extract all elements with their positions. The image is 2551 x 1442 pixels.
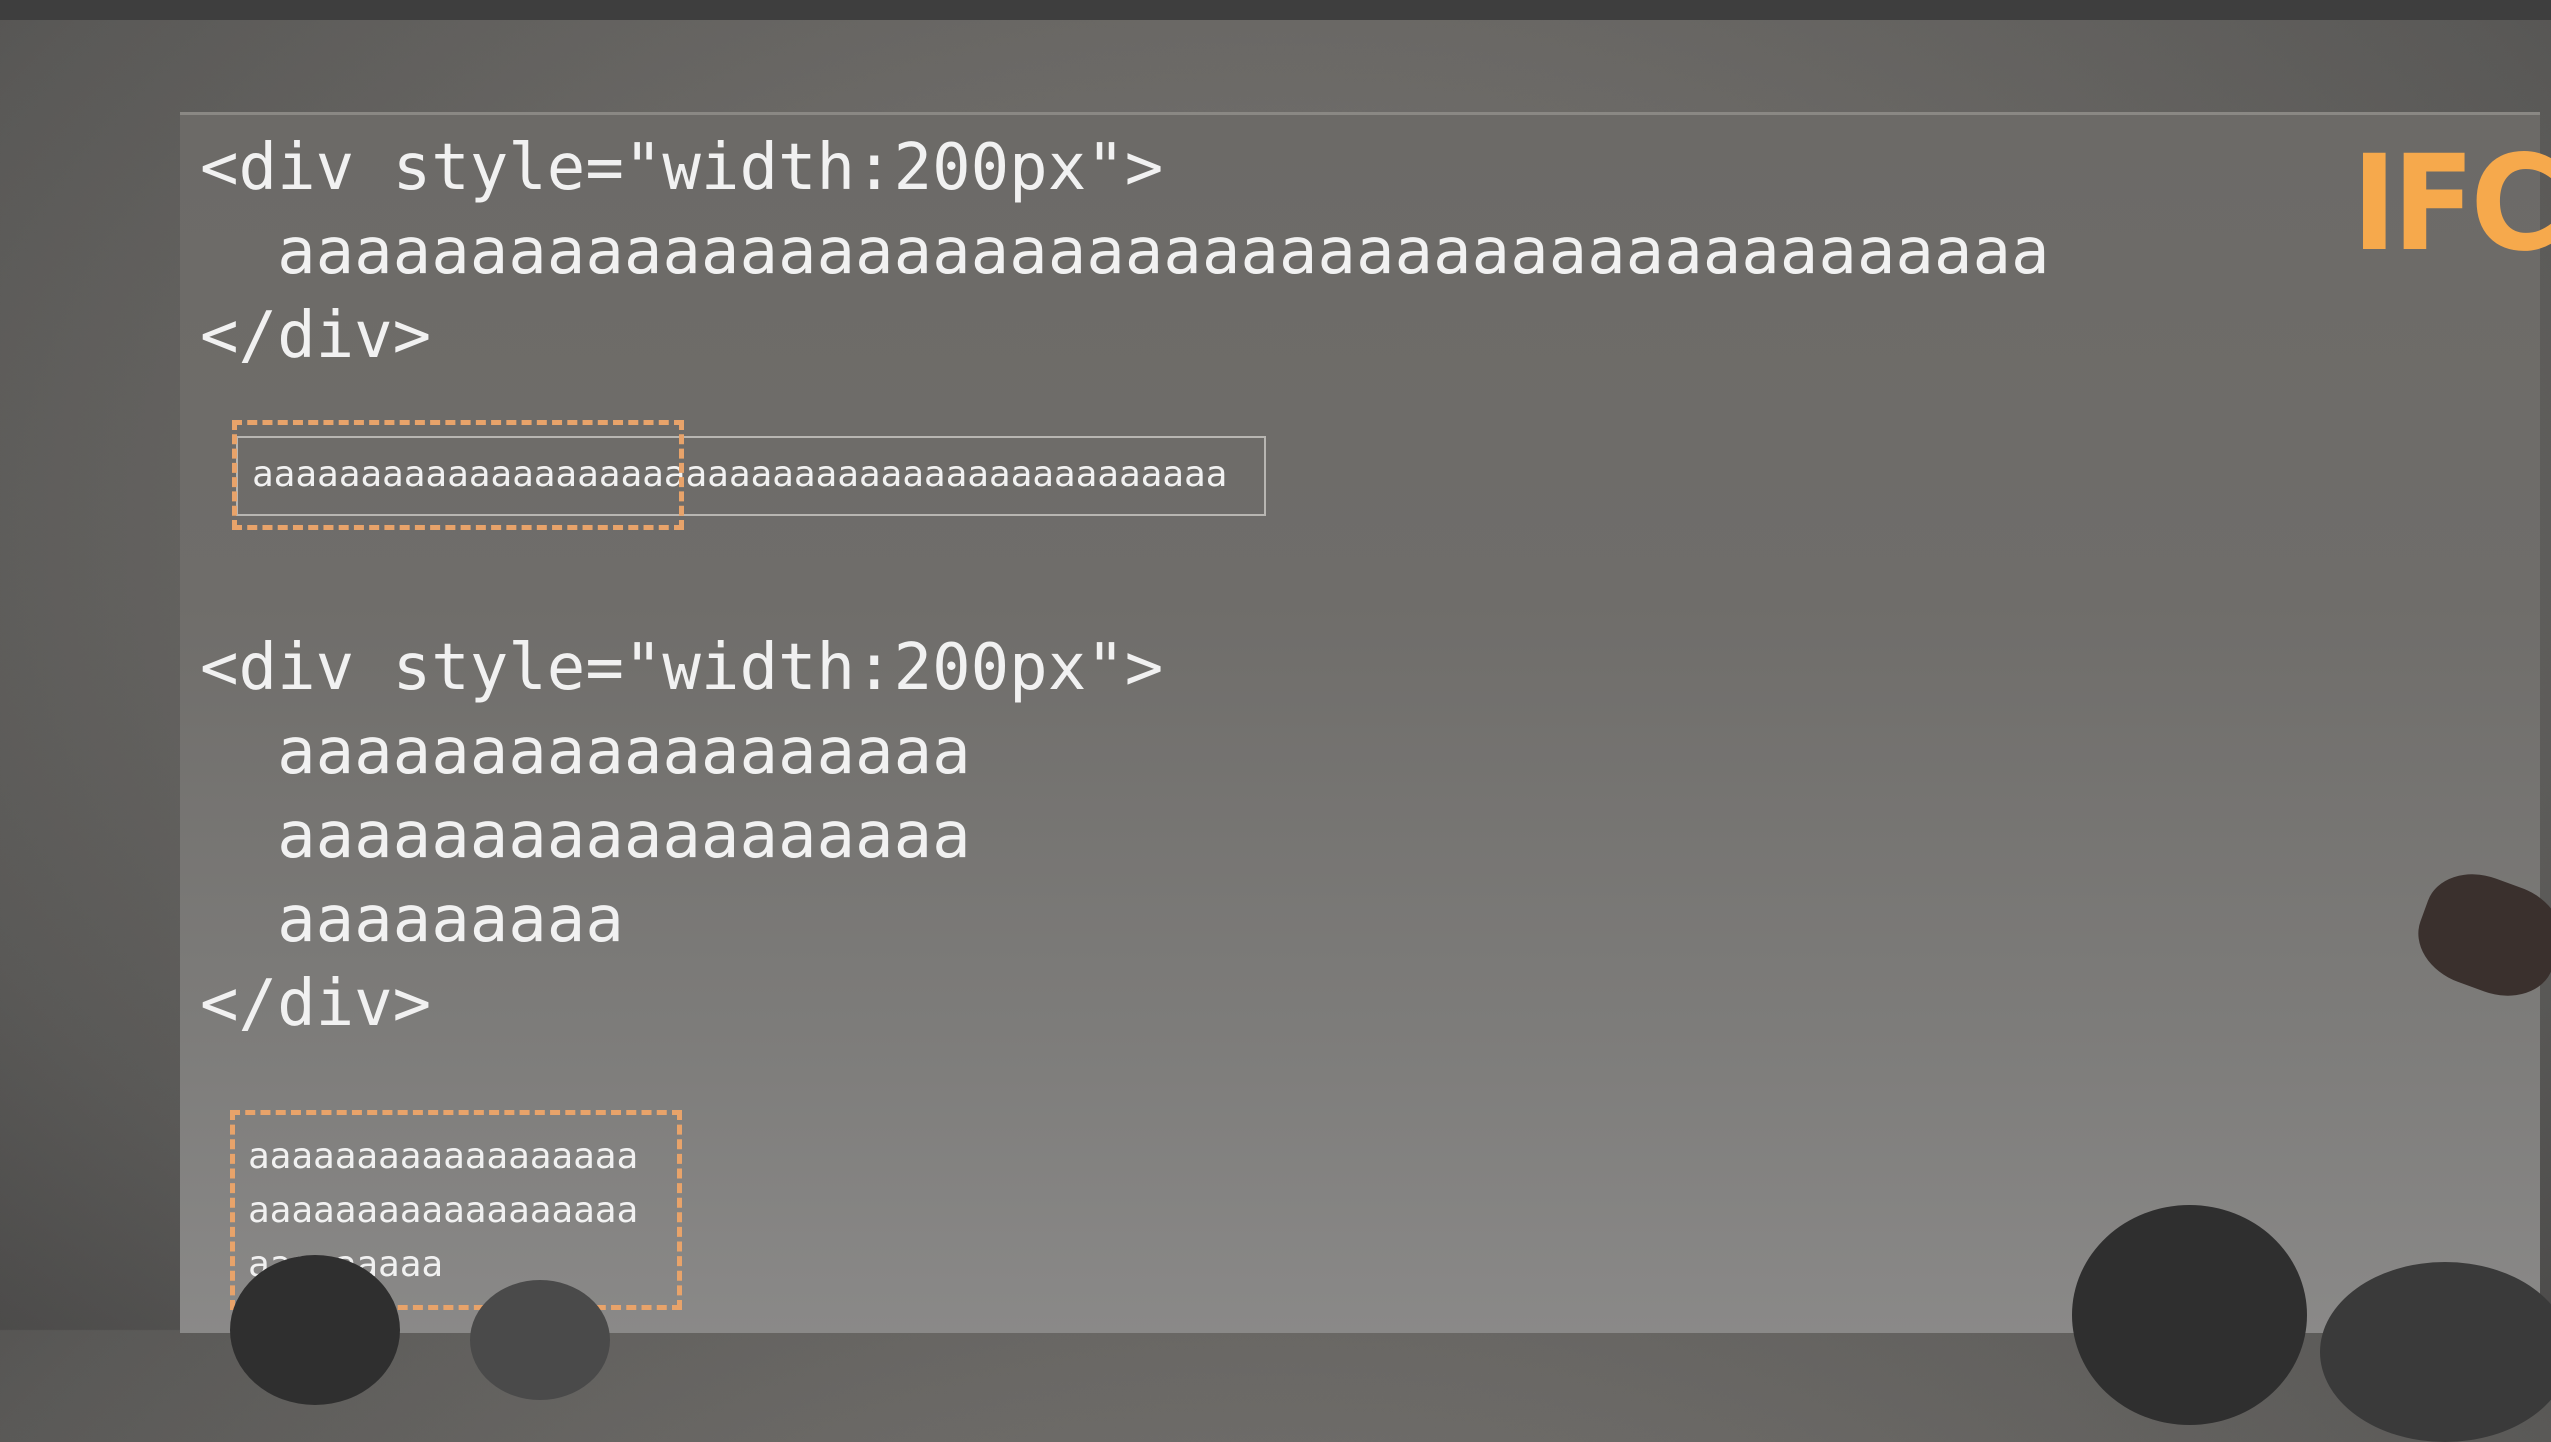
audience-head-right xyxy=(2072,1205,2307,1425)
audience-head-left xyxy=(230,1255,400,1405)
example2-render-line1: aaaaaaaaaaaaaaaaaa xyxy=(248,1136,639,1177)
example1-close-tag: </div> xyxy=(200,299,432,373)
example1-text: aaaaaaaaaaaaaaaaaaaaaaaaaaaaaaaaaaaaaaaa… xyxy=(200,215,2050,289)
example2-line1: aaaaaaaaaaaaaaaaaa xyxy=(200,715,971,789)
example2-open-tag: <div style="width:200px"> xyxy=(200,631,1164,705)
example2-render-line2: aaaaaaaaaaaaaaaaaa xyxy=(248,1190,639,1231)
example1-width-box xyxy=(232,420,684,530)
ifc-badge: IFC xyxy=(2352,128,2551,281)
example2-line3: aaaaaaaaa xyxy=(200,883,624,957)
example2-line2: aaaaaaaaaaaaaaaaaa xyxy=(200,799,971,873)
top-bar xyxy=(0,0,2551,20)
example1-open-tag: <div style="width:200px"> xyxy=(200,131,1164,205)
audience-head-far-right xyxy=(2320,1262,2551,1442)
example2-close-tag: </div> xyxy=(200,967,432,1041)
audience-head-left-2 xyxy=(470,1280,610,1400)
